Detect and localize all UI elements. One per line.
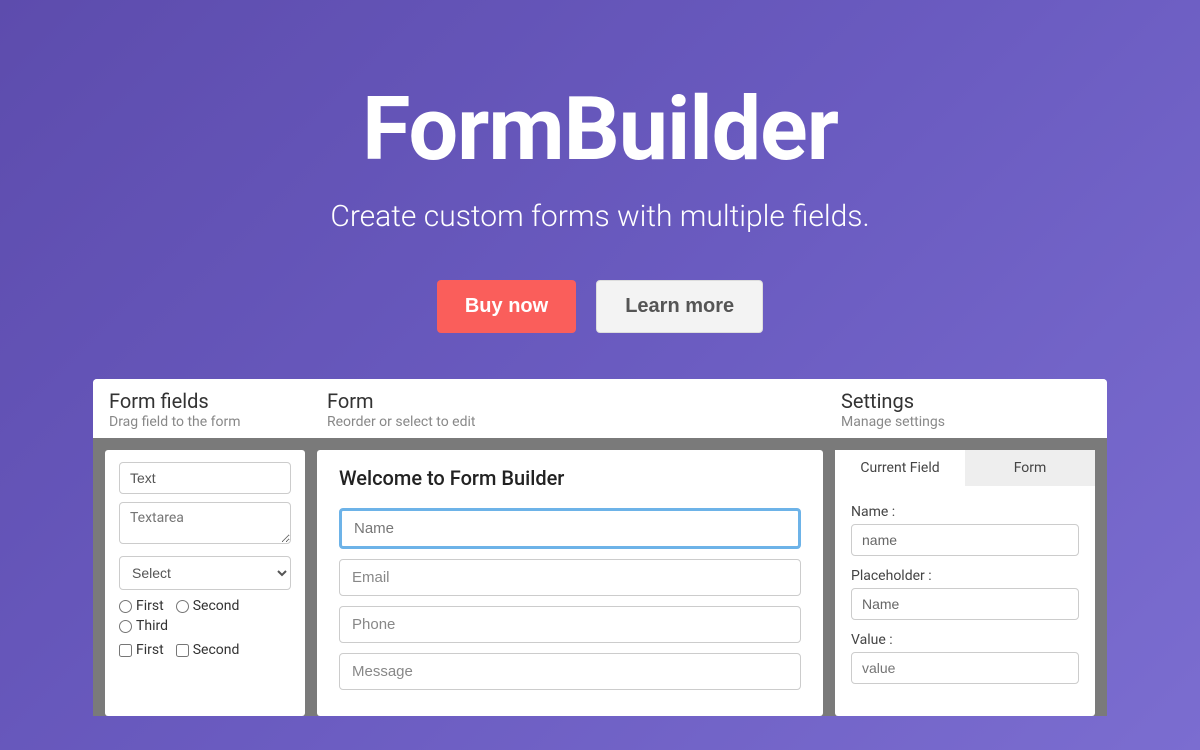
form-fields-title: Form fields	[109, 389, 295, 413]
settings-subtitle: Manage settings	[841, 414, 1091, 430]
select-field-template[interactable]: Select	[119, 556, 291, 590]
textarea-field-template[interactable]	[119, 502, 291, 544]
form-subtitle: Reorder or select to edit	[327, 414, 809, 430]
settings-title: Settings	[841, 389, 1091, 413]
settings-panel: Current Field Form Name : Placeholder : …	[835, 450, 1095, 716]
radio-option[interactable]	[176, 600, 189, 613]
demo-screenshot: Form fields Drag field to the form Form …	[93, 379, 1107, 716]
text-field-template[interactable]	[119, 462, 291, 494]
learn-more-button[interactable]: Learn more	[596, 280, 763, 333]
form-title: Form	[327, 389, 809, 413]
placeholder-input[interactable]	[851, 588, 1079, 620]
value-input[interactable]	[851, 652, 1079, 684]
form-field-name[interactable]	[339, 508, 801, 549]
checkbox-option[interactable]	[176, 644, 189, 657]
radio-option[interactable]	[119, 600, 132, 613]
buy-now-button[interactable]: Buy now	[437, 280, 576, 333]
hero-subtitle: Create custom forms with multiple fields…	[330, 199, 869, 234]
form-header: Form Reorder or select to edit	[311, 379, 825, 438]
form-field-phone[interactable]	[339, 606, 801, 643]
placeholder-label: Placeholder :	[851, 568, 1079, 584]
form-canvas-panel: Welcome to Form Builder	[317, 450, 823, 716]
settings-header: Settings Manage settings	[825, 379, 1107, 438]
checkbox-option[interactable]	[119, 644, 132, 657]
value-label: Value :	[851, 632, 1079, 648]
checkbox-field-template[interactable]: First Second	[119, 642, 291, 658]
name-input[interactable]	[851, 524, 1079, 556]
tab-current-field[interactable]: Current Field	[835, 450, 965, 486]
tab-form[interactable]: Form	[965, 450, 1095, 486]
settings-tabs: Current Field Form	[835, 450, 1095, 486]
form-fields-header: Form fields Drag field to the form	[93, 379, 311, 438]
form-field-message[interactable]	[339, 653, 801, 690]
form-canvas-title: Welcome to Form Builder	[339, 466, 801, 490]
hero-buttons: Buy now Learn more	[437, 280, 763, 333]
name-label: Name :	[851, 504, 1079, 520]
form-field-email[interactable]	[339, 559, 801, 596]
form-fields-subtitle: Drag field to the form	[109, 414, 295, 430]
form-fields-panel: Select First Second Third First Second	[105, 450, 305, 716]
hero-title: FormBuilder	[362, 78, 838, 181]
radio-option[interactable]	[119, 620, 132, 633]
radio-field-template[interactable]: First Second Third	[119, 598, 291, 634]
